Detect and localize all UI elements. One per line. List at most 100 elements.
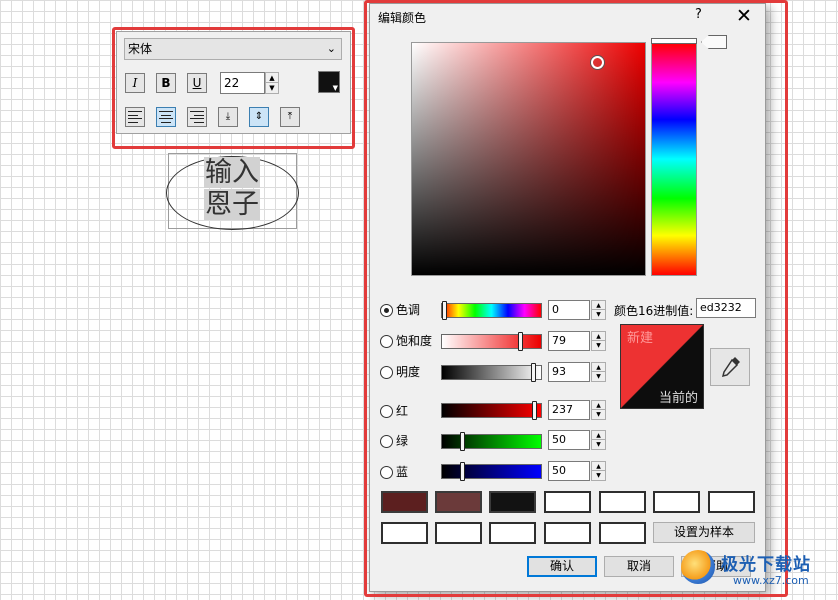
slider-thumb[interactable] bbox=[531, 363, 536, 382]
green-stepper[interactable]: ▲ ▼ bbox=[591, 430, 606, 450]
align-center-button[interactable] bbox=[156, 107, 176, 127]
color-swatch[interactable] bbox=[708, 491, 755, 513]
italic-button[interactable]: I bbox=[125, 73, 145, 93]
hue-slider[interactable] bbox=[441, 301, 542, 320]
green-radio[interactable]: 绿 bbox=[380, 433, 408, 449]
color-swatch[interactable] bbox=[435, 522, 482, 544]
color-swatch[interactable] bbox=[435, 491, 482, 513]
hue-slider-indicator[interactable] bbox=[651, 38, 697, 44]
bold-button[interactable]: B bbox=[156, 73, 176, 93]
hue-pointer-icon[interactable] bbox=[701, 35, 727, 49]
color-swatch[interactable] bbox=[544, 522, 591, 544]
slider-thumb[interactable] bbox=[518, 332, 523, 351]
align-right-icon bbox=[190, 111, 204, 123]
valign-top-icon: ⤒ bbox=[287, 111, 293, 122]
dropdown-arrow-icon: ▼ bbox=[332, 84, 338, 92]
radio-icon[interactable] bbox=[380, 465, 393, 479]
red-label: 红 bbox=[396, 404, 409, 418]
radio-icon[interactable] bbox=[380, 303, 393, 317]
saturation-slider[interactable] bbox=[441, 332, 542, 351]
font-size-input[interactable]: 22 bbox=[220, 72, 265, 94]
saturation-input[interactable]: 79 bbox=[548, 331, 590, 351]
valign-middle-button[interactable]: ⇕ bbox=[249, 107, 269, 127]
dialog-title: 编辑颜色 bbox=[378, 11, 427, 25]
brightness-radio[interactable]: 明度 bbox=[380, 364, 420, 380]
preview-current-label: 当前的 bbox=[658, 391, 698, 406]
watermark: 极光下载站 www.xz7.com bbox=[677, 548, 835, 596]
stepper-down-icon[interactable]: ▼ bbox=[266, 83, 278, 93]
cancel-button[interactable]: 取消 bbox=[604, 556, 674, 577]
font-family-select[interactable]: 宋体 ⌄ bbox=[124, 38, 342, 60]
green-input[interactable]: 50 bbox=[548, 430, 590, 450]
color-swatch[interactable] bbox=[653, 491, 700, 513]
color-swatch[interactable] bbox=[489, 522, 536, 544]
blue-slider[interactable] bbox=[441, 462, 542, 481]
radio-icon[interactable] bbox=[380, 365, 393, 379]
hue-label: 色调 bbox=[396, 303, 421, 317]
color-swatch[interactable] bbox=[544, 491, 591, 513]
preview-new-label: 新建 bbox=[627, 331, 654, 346]
slider-thumb[interactable] bbox=[460, 462, 465, 481]
saturation-stepper[interactable]: ▲ ▼ bbox=[591, 331, 606, 351]
blue-radio[interactable]: 蓝 bbox=[380, 464, 408, 480]
red-stepper[interactable]: ▲ ▼ bbox=[591, 400, 606, 420]
hue-spectrum-bar[interactable] bbox=[651, 42, 697, 276]
eyedropper-button[interactable] bbox=[710, 348, 750, 386]
brightness-label: 明度 bbox=[396, 365, 421, 379]
font-family-value: 宋体 bbox=[128, 42, 153, 56]
blue-label: 蓝 bbox=[396, 465, 409, 479]
underline-button[interactable]: U bbox=[187, 73, 207, 93]
close-icon[interactable]: ✕ bbox=[736, 4, 752, 28]
text-color-button[interactable]: ▼ bbox=[318, 71, 340, 93]
color-picker-marker[interactable] bbox=[591, 56, 604, 69]
hue-radio[interactable]: 色调 bbox=[380, 302, 420, 318]
shape-text-line-1[interactable]: 输入 bbox=[173, 157, 291, 188]
red-input[interactable]: 237 bbox=[548, 400, 590, 420]
brightness-stepper[interactable]: ▲ ▼ bbox=[591, 362, 606, 382]
color-swatch[interactable] bbox=[489, 491, 536, 513]
radio-icon[interactable] bbox=[380, 334, 393, 348]
watermark-url: www.xz7.com bbox=[733, 574, 809, 587]
valign-bottom-button[interactable]: ⤓ bbox=[218, 107, 238, 127]
hue-input[interactable]: 0 bbox=[548, 300, 590, 320]
slider-thumb[interactable] bbox=[532, 401, 537, 420]
slider-thumb[interactable] bbox=[442, 301, 447, 320]
color-swatch[interactable] bbox=[599, 491, 646, 513]
brightness-input[interactable]: 93 bbox=[548, 362, 590, 382]
blue-stepper[interactable]: ▲ ▼ bbox=[591, 461, 606, 481]
red-radio[interactable]: 红 bbox=[380, 403, 408, 419]
set-as-sample-button[interactable]: 设置为样本 bbox=[653, 522, 755, 543]
green-slider[interactable] bbox=[441, 432, 542, 451]
color-swatch[interactable] bbox=[599, 522, 646, 544]
align-center-icon bbox=[159, 111, 173, 123]
watermark-title: 极光下载站 bbox=[721, 555, 811, 575]
color-swatch[interactable] bbox=[381, 491, 428, 513]
radio-icon[interactable] bbox=[380, 404, 393, 418]
hex-input[interactable]: ed3232 bbox=[696, 298, 756, 318]
site-logo-icon bbox=[681, 550, 715, 584]
slider-thumb[interactable] bbox=[460, 432, 465, 451]
brightness-slider[interactable] bbox=[441, 363, 542, 382]
hue-stepper[interactable]: ▲ ▼ bbox=[591, 300, 606, 320]
font-size-stepper[interactable]: ▲ ▼ bbox=[265, 72, 279, 94]
ok-button[interactable]: 确认 bbox=[527, 556, 597, 577]
saturation-value-picker[interactable] bbox=[411, 42, 646, 276]
saturation-label: 饱和度 bbox=[396, 334, 433, 348]
align-right-button[interactable] bbox=[187, 107, 207, 127]
radio-icon[interactable] bbox=[380, 434, 393, 448]
chevron-down-icon: ⌄ bbox=[326, 42, 336, 55]
edit-color-dialog: 编辑颜色 ? ✕ 色调 0 ▲ ▼ 饱和度 79 ▲ ▼ 明度 93 ▲ ▼ 红 23… bbox=[369, 3, 766, 592]
color-swatch[interactable] bbox=[381, 522, 428, 544]
eyedropper-icon bbox=[721, 357, 740, 378]
align-left-icon bbox=[128, 111, 142, 123]
red-slider[interactable] bbox=[441, 401, 542, 420]
valign-top-button[interactable]: ⤒ bbox=[280, 107, 300, 127]
saturation-radio[interactable]: 饱和度 bbox=[380, 333, 432, 349]
help-icon[interactable]: ? bbox=[695, 7, 702, 22]
hex-label: 颜色16进制值: bbox=[614, 304, 694, 318]
shape-text-line-2[interactable]: 恩子 bbox=[173, 189, 291, 220]
valign-middle-icon: ⇕ bbox=[254, 111, 264, 122]
align-left-button[interactable] bbox=[125, 107, 145, 127]
stepper-up-icon[interactable]: ▲ bbox=[266, 73, 278, 83]
blue-input[interactable]: 50 bbox=[548, 461, 590, 481]
